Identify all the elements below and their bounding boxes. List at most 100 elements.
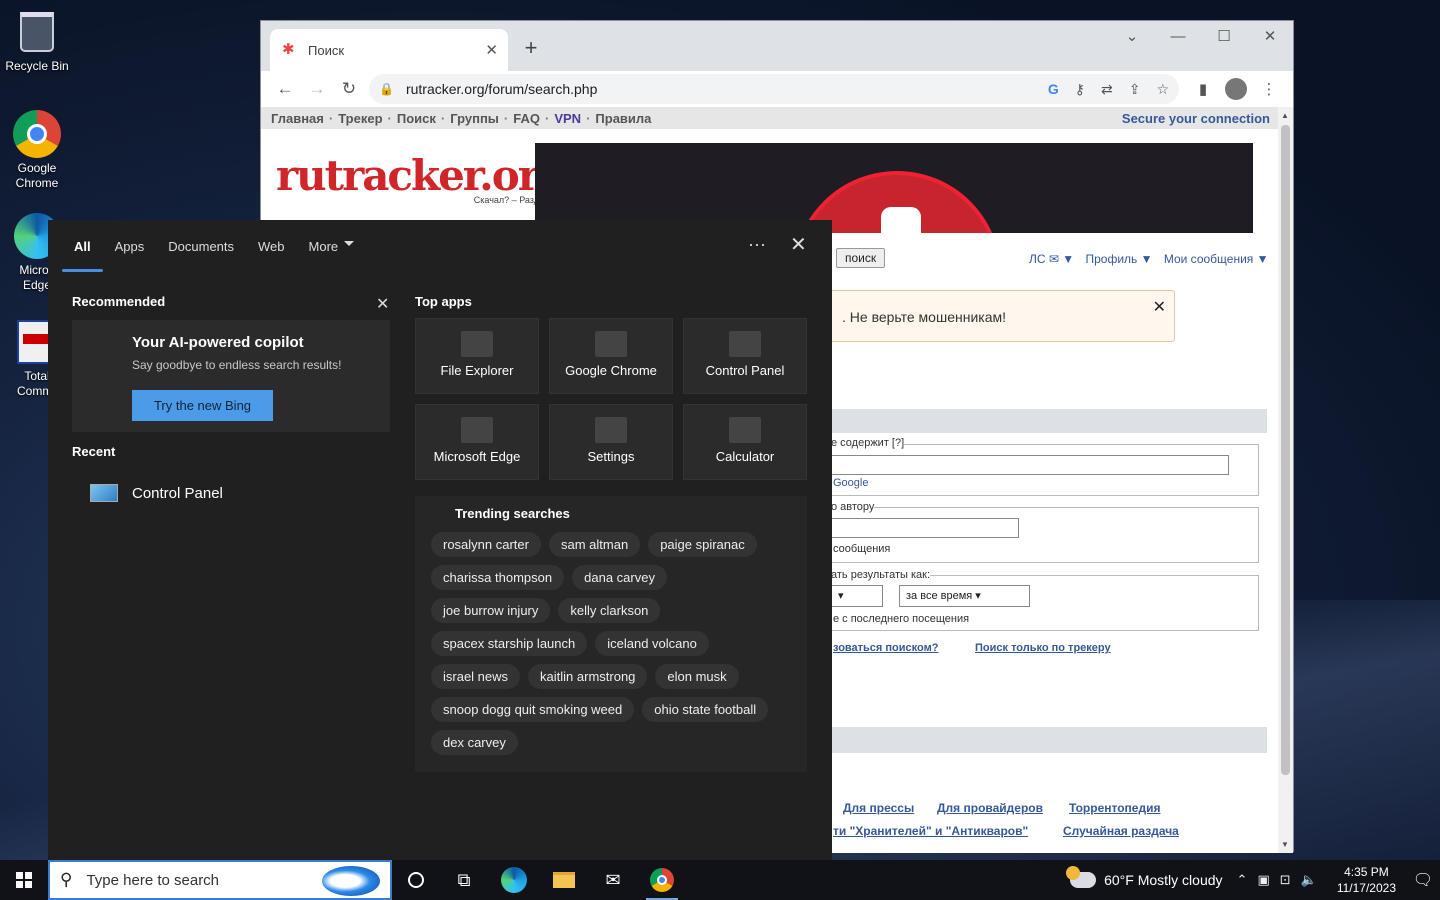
taskbar-mail[interactable]: ✉	[589, 860, 637, 900]
pm-menu[interactable]: ЛС ✉ ▼	[1029, 252, 1074, 266]
nav-link-vpn[interactable]: VPN	[554, 111, 581, 126]
trending-pill[interactable]: paige spiranac	[648, 532, 757, 557]
cortana-button[interactable]	[392, 860, 440, 900]
close-icon[interactable]: ✕	[790, 232, 807, 257]
app-tile-settings[interactable]: Settings	[549, 404, 673, 480]
menu-icon[interactable]: ⋮	[1253, 80, 1285, 98]
key-icon[interactable]: ⚷	[1075, 81, 1085, 98]
rutracker-logo[interactable]: rutracker.org Скачал? – Раздавай!	[276, 151, 567, 205]
forward-button[interactable]: →	[301, 79, 333, 99]
app-tile-microsoft-edge[interactable]: Microsoft Edge	[415, 404, 539, 480]
app-tile-control-panel[interactable]: Control Panel	[683, 318, 807, 394]
search-button[interactable]: поиск	[836, 248, 886, 268]
tab-more[interactable]: More	[297, 220, 367, 272]
dismiss-recommended-icon[interactable]: ✕	[376, 294, 389, 314]
browser-tab[interactable]: ✱ Поиск ✕	[270, 29, 508, 71]
nav-link-faq[interactable]: FAQ	[513, 111, 540, 126]
volume-muted-icon[interactable]: 🔈	[1301, 872, 1317, 888]
show-as-label: ать результаты как:	[831, 569, 930, 581]
translate-icon[interactable]: ⇄	[1101, 81, 1113, 98]
trending-pill[interactable]: iceland volcano	[595, 631, 709, 656]
scroll-up-icon[interactable]: ▲	[1281, 111, 1289, 120]
recent-item-control-panel[interactable]: Control Panel	[90, 484, 223, 502]
close-icon[interactable]: ✕	[1153, 297, 1166, 317]
trending-pill[interactable]: snoop dogg quit smoking weed	[431, 697, 635, 722]
nav-link-home[interactable]: Главная	[271, 111, 324, 126]
app-tile-google-chrome[interactable]: Google Chrome	[549, 318, 673, 394]
press-link[interactable]: Для прессы	[843, 801, 914, 815]
scroll-thumb[interactable]	[1281, 125, 1290, 775]
trending-pill[interactable]: spacex starship launch	[431, 631, 588, 656]
keepers-link[interactable]: ти "Хранителей" и "Антикваров"	[833, 824, 1028, 838]
app-tile-file-explorer[interactable]: File Explorer	[415, 318, 539, 394]
more-options-icon[interactable]: ···	[748, 234, 766, 255]
scroll-down-icon[interactable]: ▼	[1281, 840, 1289, 849]
weather-widget[interactable]: 60°F Mostly cloudy	[1066, 866, 1223, 888]
secure-connection-link[interactable]: Secure your connection	[1122, 111, 1270, 126]
clock[interactable]: 4:35 PM 11/17/2023	[1337, 864, 1396, 896]
nav-link-tracker[interactable]: Трекер	[338, 111, 382, 126]
try-bing-button[interactable]: Try the new Bing	[132, 390, 273, 421]
close-window-button[interactable]: ✕	[1247, 21, 1293, 51]
providers-link[interactable]: Для провайдеров	[937, 801, 1043, 815]
minimize-button[interactable]: —	[1155, 21, 1201, 51]
back-button[interactable]: ←	[269, 79, 301, 99]
tab-search-icon[interactable]: ⌄	[1109, 21, 1155, 51]
notifications-icon[interactable]: 🗨	[1406, 860, 1440, 900]
meet-now-icon[interactable]: ▣	[1257, 872, 1269, 888]
nav-link-search[interactable]: Поиск	[397, 111, 436, 126]
how-to-search-link[interactable]: зоваться поиском?	[833, 642, 938, 654]
trending-pill[interactable]: ohio state football	[642, 697, 769, 722]
google-icon[interactable]: G	[1048, 81, 1059, 97]
time-select[interactable]: за все время ▾	[899, 585, 1030, 607]
bookmark-star-icon[interactable]: ☆	[1156, 81, 1169, 98]
tab-web[interactable]: Web	[246, 220, 297, 272]
title-search-input[interactable]	[831, 455, 1229, 475]
google-search-link[interactable]: Google	[833, 477, 868, 489]
taskbar-file-explorer[interactable]	[540, 860, 588, 900]
my-messages-menu[interactable]: Мои сообщения ▼	[1164, 252, 1269, 266]
trending-pill[interactable]: kelly clarkson	[558, 598, 661, 623]
display-select[interactable]: ▾	[831, 585, 883, 607]
trending-pill[interactable]: sam altman	[548, 532, 641, 557]
trending-pill[interactable]: israel news	[431, 664, 521, 689]
desktop-icon-recycle-bin[interactable]: Recycle Bin	[0, 8, 74, 74]
profile-avatar[interactable]	[1225, 78, 1247, 100]
lock-icon[interactable]: 🔒	[379, 82, 394, 96]
desktop-icon-google-chrome[interactable]: Google Chrome	[0, 110, 74, 191]
side-panel-icon[interactable]: ▮	[1187, 80, 1219, 98]
address-bar[interactable]: 🔒 rutracker.org/forum/search.php G ⚷ ⇄ ⇪…	[369, 74, 1179, 104]
bing-icon[interactable]	[322, 866, 380, 896]
random-release-link[interactable]: Случайная раздача	[1063, 824, 1179, 838]
chevron-up-icon[interactable]: ⌃	[1237, 872, 1248, 888]
reload-button[interactable]: ↻	[333, 79, 365, 99]
tab-all[interactable]: All	[62, 220, 103, 272]
trending-pill[interactable]: charissa thompson	[431, 565, 565, 590]
trending-pill[interactable]: rosalynn carter	[431, 532, 541, 557]
network-icon[interactable]: ⊡	[1280, 872, 1291, 888]
profile-menu[interactable]: Профиль ▼	[1085, 252, 1152, 266]
trending-pill[interactable]: elon musk	[655, 664, 739, 689]
maximize-button[interactable]: ☐	[1201, 21, 1247, 51]
trending-pill[interactable]: kaitlin armstrong	[528, 664, 648, 689]
new-tab-button[interactable]: +	[519, 35, 543, 61]
trending-pill[interactable]: dex carvey	[431, 730, 518, 755]
taskbar-chrome[interactable]	[638, 860, 686, 900]
trending-pill[interactable]: dana carvey	[572, 565, 667, 590]
nav-link-groups[interactable]: Группы	[450, 111, 499, 126]
start-button[interactable]	[0, 860, 48, 900]
share-icon[interactable]: ⇪	[1129, 81, 1141, 98]
nav-link-rules[interactable]: Правила	[595, 111, 651, 126]
task-view-button[interactable]: ⧉	[440, 860, 488, 900]
app-tile-calculator[interactable]: Calculator	[683, 404, 807, 480]
taskbar-search-box[interactable]: ⚲ Type here to search	[48, 860, 392, 900]
author-input[interactable]	[831, 518, 1019, 538]
torrentopedia-link[interactable]: Торрентопедия	[1069, 801, 1160, 815]
page-scrollbar[interactable]: ▲ ▼	[1278, 107, 1293, 853]
taskbar-edge[interactable]	[490, 860, 538, 900]
tab-apps[interactable]: Apps	[103, 220, 157, 272]
tracker-only-link[interactable]: Поиск только по трекеру	[975, 642, 1111, 654]
tab-documents[interactable]: Documents	[156, 220, 246, 272]
close-tab-icon[interactable]: ✕	[485, 41, 498, 59]
trending-pill[interactable]: joe burrow injury	[431, 598, 551, 623]
